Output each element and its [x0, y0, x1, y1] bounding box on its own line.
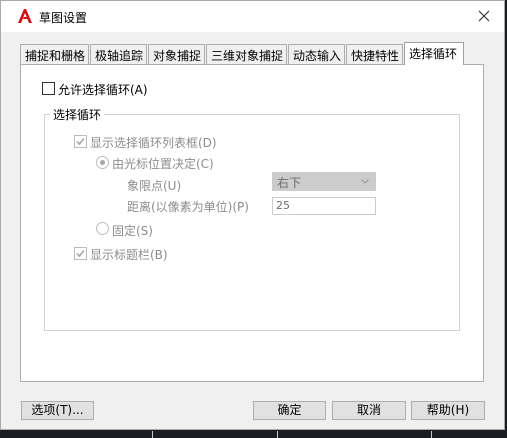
allow-cycling-label[interactable]: 允许选择循环(A)	[58, 81, 148, 98]
checkmark-icon	[76, 249, 85, 258]
close-icon[interactable]	[476, 8, 492, 24]
show-title-checkbox[interactable]	[74, 247, 87, 260]
drafting-settings-dialog: 草图设置 捕捉和栅格 极轴追踪 对象捕捉 三维对象捕捉 动态输入 快捷特性 选择…	[0, 0, 505, 430]
grid-line	[431, 431, 432, 438]
tab-label: 极轴追踪	[95, 49, 144, 63]
tab-label: 三维对象捕捉	[211, 49, 284, 63]
show-list-checkbox[interactable]	[74, 135, 87, 148]
quadrant-label: 象限点(U)	[127, 179, 182, 193]
tab-label: 捕捉和栅格	[25, 49, 86, 63]
options-button[interactable]: 选项(T)...	[21, 401, 94, 420]
distance-value: 25	[276, 199, 290, 212]
tab-label: 对象捕捉	[153, 49, 202, 63]
distance-input[interactable]: 25	[272, 197, 376, 215]
tab-label: 快捷特性	[351, 49, 400, 63]
grid-line	[152, 431, 153, 438]
title-bar: 草图设置	[1, 1, 504, 32]
grid-line	[277, 431, 278, 438]
window-title: 草图设置	[39, 11, 88, 25]
cursor-relative-label: 由光标位置决定(C)	[112, 157, 214, 171]
checkmark-icon	[76, 137, 85, 146]
tab-3d-object-snap[interactable]: 三维对象捕捉	[206, 44, 287, 64]
quadrant-value: 右下	[277, 176, 302, 190]
tab-selection-cycling[interactable]: 选择循环	[404, 42, 464, 65]
tab-polar-tracking[interactable]: 极轴追踪	[90, 44, 147, 64]
autocad-logo-icon	[18, 9, 32, 23]
tab-quick-properties[interactable]: 快捷特性	[346, 44, 403, 64]
allow-cycling-checkbox[interactable]	[42, 82, 55, 95]
help-button[interactable]: 帮助(H)	[411, 401, 485, 420]
show-list-label: 显示选择循环列表框(D)	[90, 136, 217, 150]
selection-cycling-panel: 允许选择循环(A) 选择循环 显示选择循环列表框(D) 由光标位置决定(C) 象…	[20, 64, 484, 382]
cursor-relative-radio[interactable]	[96, 156, 109, 169]
fixed-radio[interactable]	[96, 222, 109, 235]
tab-snap-grid[interactable]: 捕捉和栅格	[20, 44, 89, 64]
cancel-button[interactable]: 取消	[332, 401, 406, 420]
quadrant-dropdown[interactable]: 右下	[272, 172, 376, 191]
chevron-down-icon	[361, 179, 369, 184]
tab-object-snap[interactable]: 对象捕捉	[148, 44, 205, 64]
show-title-label: 显示标题栏(B)	[90, 248, 168, 262]
distance-label: 距离(以像素为单位)(P)	[127, 200, 249, 214]
group-title: 选择循环	[50, 106, 105, 123]
ok-button[interactable]: 确定	[253, 401, 326, 420]
tab-dynamic-input[interactable]: 动态输入	[288, 44, 345, 64]
fixed-label: 固定(S)	[112, 224, 153, 238]
tab-label: 选择循环	[409, 47, 458, 61]
tab-label: 动态输入	[293, 49, 342, 63]
